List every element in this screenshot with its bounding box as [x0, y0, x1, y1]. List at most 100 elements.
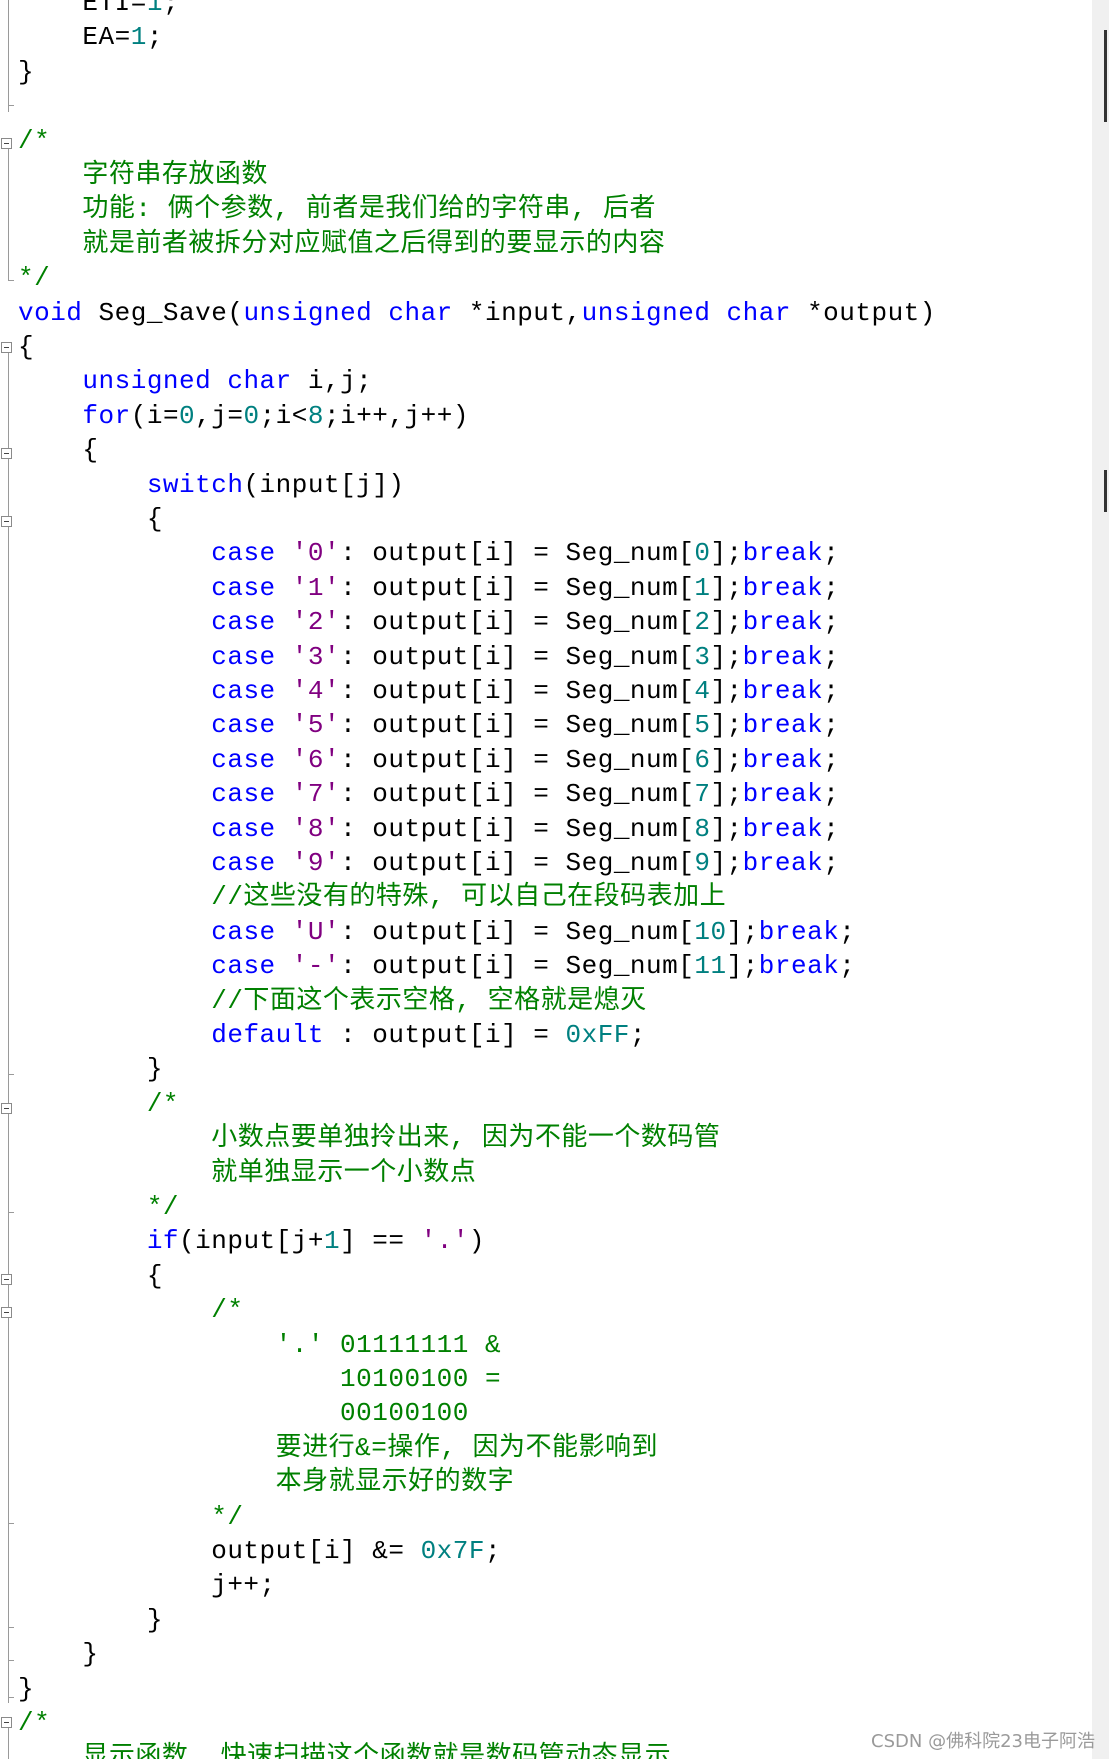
code-token: : output[i] = Seg_num[: [340, 641, 695, 672]
code-line: {: [18, 502, 163, 536]
scrollbar-change-marker: [1104, 30, 1107, 122]
code-line: //这些没有的特殊, 可以自己在段码表加上: [18, 880, 726, 914]
char-literal-token: '9': [291, 848, 341, 878]
comment-token: /*: [18, 1708, 51, 1738]
code-line: /*: [18, 1293, 243, 1327]
keyword-token: break: [742, 813, 824, 844]
keyword-token: default: [211, 1020, 324, 1050]
keyword-token: break: [742, 676, 824, 706]
code-line: '.' 01111111 &: [18, 1328, 501, 1362]
keyword-token: switch: [146, 469, 244, 500]
keyword-token: case: [211, 916, 276, 947]
fold-gutter: [0, 0, 18, 1759]
code-token: : output[i] = Seg_num[: [340, 744, 695, 775]
code-token: ];: [726, 951, 759, 982]
code-token: ;: [823, 538, 840, 569]
number-token: 2: [694, 607, 711, 638]
code-line: /*: [18, 1087, 179, 1121]
code-token: {: [18, 504, 163, 534]
fold-collapse-icon[interactable]: [1, 342, 12, 353]
number-token: 0x7F: [420, 1536, 485, 1566]
number-token: 0: [179, 400, 196, 431]
comment-token: 字符串存放函数: [18, 160, 268, 190]
keyword-token: break: [742, 848, 824, 878]
code-line: output[i] &= 0x7F;: [18, 1534, 501, 1568]
number-token: 11: [694, 951, 727, 982]
fold-collapse-icon[interactable]: [1, 1307, 12, 1318]
code-line: ETI=1;: [18, 0, 179, 20]
fold-collapse-icon[interactable]: [1, 138, 12, 149]
code-token: : output[i] = Seg_num[: [340, 676, 695, 706]
comment-token: */: [18, 263, 51, 294]
keyword-token: case: [211, 951, 276, 982]
keyword-token: case: [211, 744, 276, 775]
number-token: 7: [694, 779, 711, 810]
code-line: 要进行&=操作, 因为不能影响到: [18, 1431, 658, 1465]
fold-guide: [8, 0, 9, 112]
code-line: }: [18, 1603, 163, 1637]
fold-collapse-icon[interactable]: [1, 1717, 12, 1728]
fold-collapse-icon[interactable]: [1, 1274, 12, 1285]
code-editor[interactable]: ETI=1; EA=1;}/* 字符串存放函数 功能: 俩个参数, 前者是我们给…: [0, 0, 1092, 1759]
char-literal-token: '.': [420, 1226, 469, 1257]
fold-collapse-icon[interactable]: [1, 1103, 12, 1114]
code-line: case '2': output[i] = Seg_num[2];break;: [18, 605, 839, 639]
comment-token: 显示函数, 快速扫描这个函数就是数码管动态显示: [18, 1742, 672, 1759]
code-token: i,j;: [291, 366, 373, 397]
char-literal-token: '1': [291, 572, 341, 603]
code-token: : output[i] = Seg_num[: [340, 710, 695, 741]
code-token: : output[i] = Seg_num[: [340, 848, 695, 878]
fold-collapse-icon[interactable]: [1, 516, 12, 527]
keyword-token: break: [742, 572, 824, 603]
code-token: ;: [823, 848, 840, 878]
code-token: ;: [823, 779, 840, 810]
comment-token: //这些没有的特殊, 可以自己在段码表加上: [18, 882, 727, 913]
code-token: j++;: [18, 1570, 276, 1601]
code-token: : output[i] =: [323, 1020, 566, 1050]
fold-end-marker: [8, 1212, 14, 1213]
code-token: ];: [710, 779, 743, 810]
fold-guide: [8, 149, 9, 280]
keyword-token: break: [758, 916, 840, 947]
code-token: ;: [823, 607, 840, 638]
code-line: 本身就显示好的数字: [18, 1465, 514, 1499]
char-literal-token: '3': [291, 641, 341, 672]
comment-token: 本身就显示好的数字: [18, 1467, 515, 1498]
code-token: ;: [823, 641, 840, 672]
code-token: {: [18, 1260, 163, 1291]
comment-token: */: [18, 1192, 180, 1222]
code-line: default : output[i] = 0xFF;: [18, 1018, 646, 1052]
keyword-token: unsigned char: [82, 366, 292, 397]
code-line: }: [18, 1672, 34, 1706]
vertical-scrollbar[interactable]: [1092, 0, 1109, 1759]
comment-token: */: [18, 1501, 244, 1532]
comment-token: /*: [18, 1295, 244, 1326]
code-token: ];: [710, 607, 743, 638]
fold-collapse-icon[interactable]: [1, 448, 12, 459]
code-token: : output[i] = Seg_num[: [340, 779, 695, 810]
code-token: ];: [710, 538, 743, 569]
code-token: (input[j]): [243, 469, 405, 500]
number-token: 1: [146, 0, 163, 18]
code-line: j++;: [18, 1568, 276, 1602]
code-token: ;i++,j++): [324, 400, 469, 431]
code-token: ETI=: [18, 0, 147, 18]
code-token: ;: [823, 813, 840, 844]
code-line: */: [18, 1190, 179, 1224]
fold-end-marker: [8, 1627, 14, 1628]
keyword-token: break: [742, 710, 824, 741]
